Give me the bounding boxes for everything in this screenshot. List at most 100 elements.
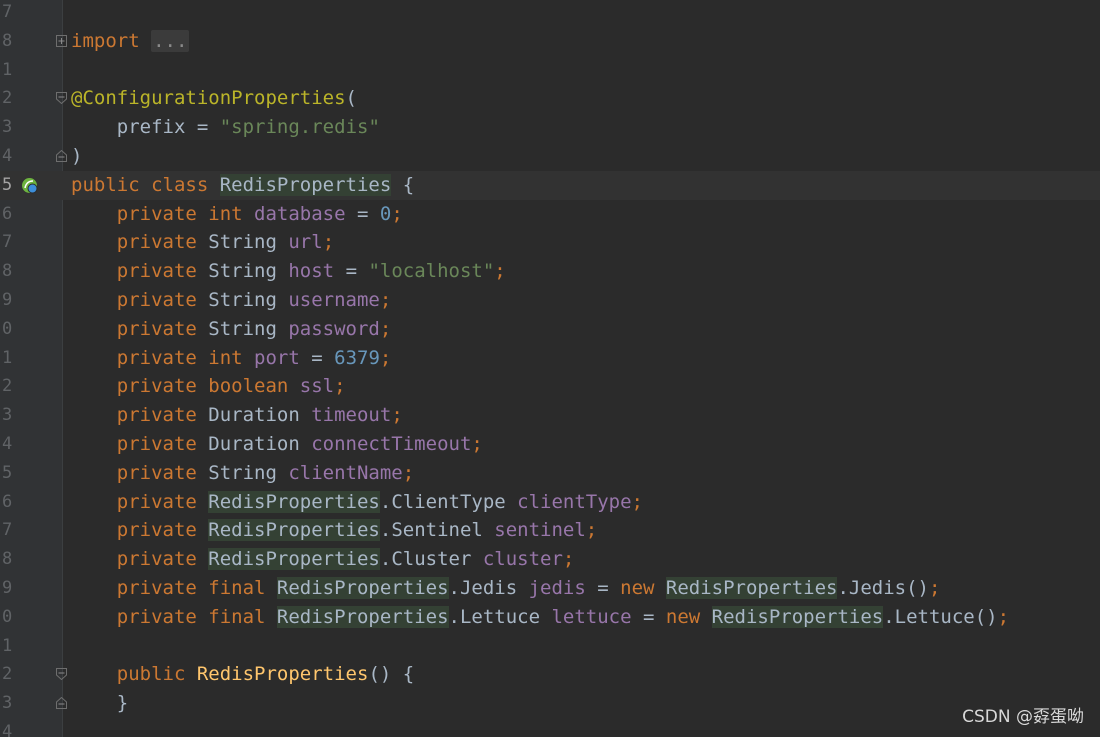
collapsed-imports[interactable]: ... <box>151 29 190 52</box>
fold-expand-icon[interactable] <box>56 34 67 47</box>
class-name[interactable]: RedisProperties <box>219 173 392 196</box>
current-code-line[interactable]: 5 public class RedisProperties { <box>0 170 1100 200</box>
code-line[interactable]: 7 private String url; <box>0 228 1100 257</box>
code-line[interactable]: 3 private Duration timeout; <box>0 401 1100 430</box>
code-line[interactable]: 1 <box>0 632 1100 661</box>
line-number: 1 <box>2 635 13 656</box>
code-line[interactable]: 0 private String password; <box>0 315 1100 344</box>
field-name[interactable]: connectTimeout <box>311 433 471 455</box>
number-literal: 6379 <box>334 346 380 369</box>
line-number: 3 <box>2 693 13 714</box>
line-number: 9 <box>2 578 13 598</box>
class-reference[interactable]: RedisProperties <box>276 605 449 628</box>
fold-collapse-icon[interactable] <box>56 668 67 681</box>
type-name[interactable]: Duration <box>208 433 311 455</box>
field-name[interactable]: port <box>254 347 300 369</box>
code-line[interactable]: 6 private RedisProperties.ClientType cli… <box>0 488 1100 517</box>
type-name[interactable]: String <box>208 231 288 253</box>
line-number: 7 <box>2 232 13 253</box>
line-number: 8 <box>2 549 13 570</box>
fold-end-icon[interactable] <box>56 697 67 710</box>
code-line[interactable]: 1 private int port = 6379; <box>0 344 1100 373</box>
constructor-call[interactable]: .Jedis() <box>837 577 929 599</box>
code-editor[interactable]: 7 8 import ... 1 2 @ConfigurationPropert… <box>0 0 1100 737</box>
code-line[interactable]: 7 <box>0 0 1100 27</box>
inner-type[interactable]: .Lettuce <box>449 606 552 628</box>
line-number: 7 <box>2 520 13 541</box>
field-name[interactable]: username <box>288 289 380 311</box>
string-literal: "localhost" <box>368 260 495 283</box>
class-reference[interactable]: RedisProperties <box>208 490 380 513</box>
import-keyword: import <box>71 29 140 52</box>
constructor-name[interactable]: RedisProperties <box>197 663 369 685</box>
class-reference[interactable]: RedisProperties <box>208 519 380 542</box>
line-number: 1 <box>2 347 13 368</box>
constructor-call[interactable]: .Lettuce() <box>883 606 997 628</box>
inner-type[interactable]: .Jedis <box>449 577 529 599</box>
type-name[interactable]: String <box>208 462 288 484</box>
line-number: 4 <box>2 722 13 737</box>
code-line[interactable]: 4 private Duration connectTimeout; <box>0 430 1100 459</box>
code-line[interactable]: 4 ) <box>0 142 1100 171</box>
field-name[interactable]: clientType <box>517 491 631 513</box>
line-number: 3 <box>2 117 13 138</box>
code-line[interactable]: 9 private String username; <box>0 286 1100 315</box>
field-name[interactable]: sentinel <box>494 519 586 541</box>
type-name[interactable]: String <box>208 318 288 340</box>
class-reference[interactable]: RedisProperties <box>208 548 380 571</box>
line-number: 2 <box>2 88 13 109</box>
field-name[interactable]: cluster <box>483 548 563 570</box>
inner-type[interactable]: .Cluster <box>380 548 483 570</box>
code-line[interactable]: 6 private int database = 0; <box>0 200 1100 229</box>
code-line[interactable]: 0 private final RedisProperties.Lettuce … <box>0 603 1100 632</box>
class-reference[interactable]: RedisProperties <box>711 605 884 628</box>
field-name[interactable]: clientName <box>288 462 402 484</box>
annotation: @ConfigurationProperties <box>71 87 346 110</box>
class-reference[interactable]: RedisProperties <box>276 577 449 599</box>
code-line[interactable]: 4 <box>0 718 1100 737</box>
code-line[interactable]: 8 private String host = "localhost"; <box>0 257 1100 286</box>
field-name[interactable]: url <box>288 231 322 253</box>
type-name[interactable]: String <box>208 289 288 311</box>
line-number: 2 <box>2 376 13 397</box>
line-number: 9 <box>2 290 13 310</box>
field-name[interactable]: jedis <box>529 577 586 599</box>
class-reference[interactable]: RedisProperties <box>665 577 838 599</box>
line-number: 7 <box>2 2 13 22</box>
line-number: 6 <box>2 203 13 224</box>
field-name[interactable]: ssl <box>300 375 334 397</box>
field-name[interactable]: password <box>288 318 380 340</box>
fold-collapse-icon[interactable] <box>56 92 67 105</box>
inner-type[interactable]: .Sentinel <box>380 519 494 541</box>
annotation-attribute: prefix <box>116 116 186 139</box>
class-keywords: public class <box>71 173 220 196</box>
field-name[interactable]: database <box>254 203 346 225</box>
line-number: 4 <box>2 146 13 166</box>
code-line[interactable]: 3 prefix = "spring.redis" <box>0 113 1100 142</box>
field-name[interactable]: lettuce <box>551 606 631 628</box>
close-paren: ) <box>71 145 83 167</box>
code-line[interactable]: 2 @ConfigurationProperties( <box>0 84 1100 113</box>
line-number: 3 <box>2 405 13 426</box>
inner-type[interactable]: .ClientType <box>380 491 517 513</box>
code-line[interactable]: 1 <box>0 56 1100 85</box>
code-line[interactable]: 7 private RedisProperties.Sentinel senti… <box>0 516 1100 545</box>
open-paren: ( <box>345 87 357 110</box>
code-line[interactable]: 2 public RedisProperties() { <box>0 660 1100 689</box>
code-line[interactable]: 3 } <box>0 689 1100 718</box>
code-line[interactable]: 5 private String clientName; <box>0 459 1100 488</box>
number-literal: 0 <box>379 202 392 225</box>
type-name[interactable]: Duration <box>208 404 311 426</box>
type-name[interactable]: String <box>208 260 288 282</box>
field-name[interactable]: host <box>288 260 334 282</box>
fold-end-icon[interactable] <box>56 150 67 162</box>
code-line[interactable]: 8 import ... <box>0 27 1100 56</box>
line-number: 4 <box>2 434 13 454</box>
line-number: 0 <box>2 318 13 339</box>
line-number: 1 <box>2 59 13 80</box>
code-line[interactable]: 2 private boolean ssl; <box>0 372 1100 401</box>
field-name[interactable]: timeout <box>311 404 391 426</box>
code-line[interactable]: 8 private RedisProperties.Cluster cluste… <box>0 545 1100 574</box>
code-line[interactable]: 9 private final RedisProperties.Jedis je… <box>0 574 1100 603</box>
spring-bean-icon[interactable] <box>21 177 38 194</box>
